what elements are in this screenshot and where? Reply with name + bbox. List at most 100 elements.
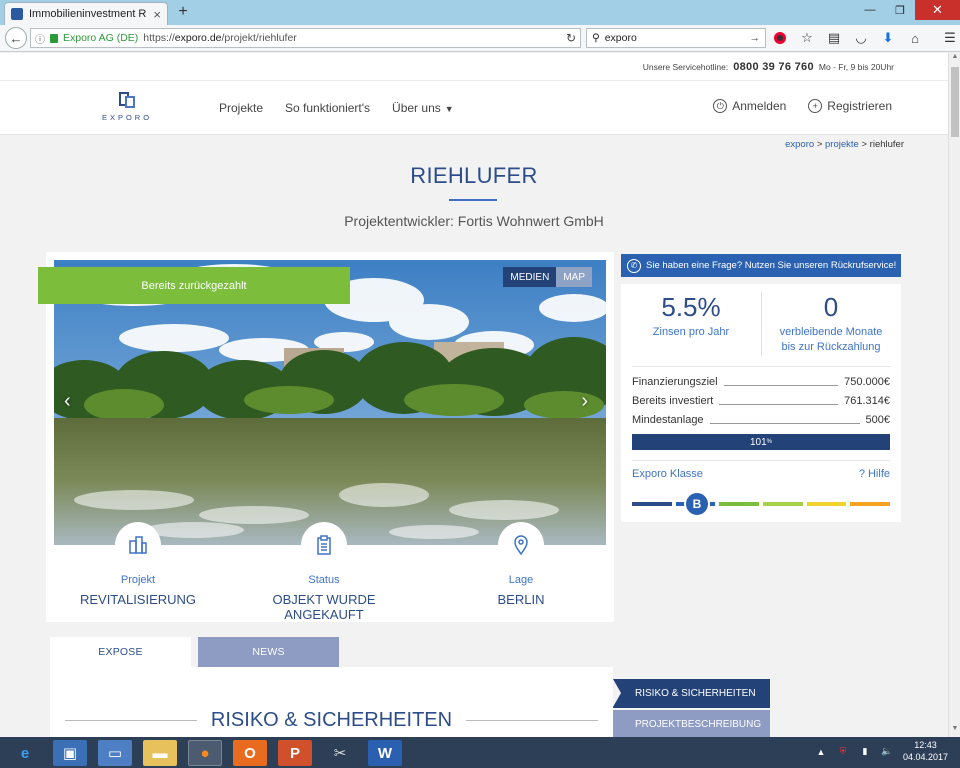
home-icon[interactable]: ⌂ (907, 29, 923, 47)
content-tabs: EXPOSE NEWS (50, 637, 339, 667)
side-menu-risiko[interactable]: RISIKO & SICHERHEITEN (613, 679, 770, 708)
fact-status: Status OBJEKT WURDE ANGEKAUFT (244, 522, 404, 622)
page-title: RIEHLUFER (410, 163, 538, 188)
title-underline (449, 199, 497, 201)
fact-label: Status (308, 574, 340, 586)
klasse-label: Exporo Klasse (632, 468, 703, 480)
scroll-down-icon[interactable]: ▼ (949, 725, 960, 737)
investment-stats-panel: 5.5% Zinsen pro Jahr 0 verbleibende Mona… (621, 284, 901, 522)
stat-label: Finanzierungsziel (632, 376, 718, 388)
browser-tools: ☆ ▤ ◡ ⬇ ⌂ ☰ (772, 29, 958, 47)
powerpoint-icon[interactable]: P (278, 740, 312, 766)
close-tab-icon[interactable]: × (153, 7, 161, 22)
expose-content: RISIKO & SICHERHEITEN (50, 667, 613, 737)
callback-text: Sie haben eine Frage? Nutzen Sie unseren… (646, 260, 897, 271)
divider (632, 460, 890, 461)
previous-image-icon[interactable]: ‹ (64, 390, 71, 413)
side-menu-projektbeschreibung[interactable]: PROJEKTBESCHREIBUNG (613, 710, 770, 737)
repaid-ribbon: Bereits zurückgezahlt (38, 267, 350, 304)
service-hotline-bar: Unsere Servicehotline: 0800 39 76 760 Mo… (0, 53, 948, 81)
outlook-icon[interactable]: O (233, 740, 267, 766)
snipping-tool-icon[interactable]: ✂ (323, 740, 357, 766)
close-window-icon[interactable]: ✕ (915, 0, 960, 20)
register-link[interactable]: + Registrieren (808, 99, 892, 113)
file-explorer-icon[interactable]: ▬ (143, 740, 177, 766)
search-input[interactable]: exporo (605, 32, 637, 44)
fact-label: Lage (508, 574, 534, 586)
browser-toolbar: ← ⓘ Exporo AG (DE) https://exporo.de/pro… (0, 25, 960, 52)
search-go-icon[interactable]: → (750, 32, 761, 44)
restore-window-icon[interactable]: ❐ (885, 0, 915, 20)
reading-list-icon[interactable]: ▤ (826, 29, 842, 47)
page-scrollbar[interactable]: ▲ ▼ (948, 53, 960, 737)
breadcrumb-home[interactable]: exporo (785, 139, 814, 150)
nav-ueber-uns[interactable]: Über uns ▼ (392, 101, 454, 115)
page-viewport: Unsere Servicehotline: 0800 39 76 760 Mo… (0, 53, 948, 737)
fact-value: OBJEKT WURDE ANGEKAUFT (272, 592, 376, 622)
stat-label: Mindestanlage (632, 414, 704, 426)
section-title: RISIKO & SICHERHEITEN (210, 709, 453, 731)
back-button[interactable]: ← (5, 27, 27, 49)
tab-news[interactable]: NEWS (198, 637, 339, 667)
nav-projekte[interactable]: Projekte (219, 101, 263, 115)
bookmark-star-icon[interactable]: ☆ (799, 29, 815, 47)
pocket-icon[interactable]: ◡ (853, 29, 869, 47)
firefox-icon[interactable]: ● (188, 740, 222, 766)
network-signal-icon[interactable]: ▮ (859, 746, 871, 758)
volume-muted-icon[interactable]: 🔈 (881, 746, 893, 758)
tray-overflow-icon[interactable]: ▲ (815, 746, 827, 758)
info-icon[interactable]: ⓘ (35, 31, 45, 46)
reload-icon[interactable]: ↻ (566, 31, 576, 45)
help-link[interactable]: ? Hilfe (859, 468, 890, 480)
nav-so-funktionierts[interactable]: So funktioniert's (285, 101, 370, 115)
url-text[interactable]: https://exporo.de/projekt/riehlufer (143, 32, 561, 44)
menu-hamburger-icon[interactable]: ☰ (942, 29, 958, 47)
lock-icon (50, 33, 58, 43)
windows-taskbar: e ▣ ▭ ▬ ● O P ✂ W ▲ ⛨ ▮ 🔈 12:43 04.04.20… (0, 737, 960, 768)
exporo-logo[interactable]: EXPORO (100, 90, 154, 122)
phone-icon: ✆ (627, 258, 641, 273)
breadcrumb: exporo > projekte > riehlufer (785, 139, 904, 150)
taskbar-apps: e ▣ ▭ ▬ ● O P ✂ W (8, 740, 402, 766)
media-map-toggle: MEDIEN MAP (503, 267, 592, 287)
tab-expose[interactable]: EXPOSE (50, 637, 191, 667)
site-identity[interactable]: Exporo AG (DE) (63, 32, 138, 44)
network-connections-icon[interactable]: ▭ (98, 740, 132, 766)
browser-tab-title: Immobilieninvestment Rie... (29, 8, 147, 20)
address-bar[interactable]: ⓘ Exporo AG (DE) https://exporo.de/proje… (30, 28, 581, 48)
scroll-up-icon[interactable]: ▲ (949, 53, 960, 65)
power-icon: ⏻ (713, 99, 728, 113)
hotline-number[interactable]: 0800 39 76 760 (733, 61, 814, 73)
breadcrumb-projekte[interactable]: projekte (825, 139, 859, 150)
security-shield-icon[interactable]: ⛨ (837, 746, 849, 758)
risk-scale-segment (763, 502, 803, 506)
next-image-icon[interactable]: › (581, 390, 588, 413)
search-bar[interactable]: ⚲ exporo → (586, 28, 766, 48)
stat-value: 750.000€ (844, 376, 890, 388)
word-icon[interactable]: W (368, 740, 402, 766)
stat-value: 761.314€ (844, 395, 890, 407)
browser-tab-bar: Immobilieninvestment Rie... × + — ❐ ✕ (0, 0, 960, 25)
project-developer: Projektentwickler: Fortis Wohnwert GmbH (344, 213, 604, 229)
tab-medien[interactable]: MEDIEN (503, 267, 557, 287)
download-icon[interactable]: ⬇ (880, 29, 896, 47)
hotline-hours: Mo - Fr, 9 bis 20Uhr (818, 61, 894, 72)
tab-map[interactable]: MAP (556, 267, 592, 287)
taskbar-clock[interactable]: 12:43 04.04.2017 (903, 740, 948, 763)
callback-service-banner[interactable]: ✆ Sie haben eine Frage? Nutzen Sie unser… (621, 254, 901, 277)
fact-value: REVITALISIERUNG (79, 592, 197, 607)
browser-tab[interactable]: Immobilieninvestment Rie... × (4, 2, 168, 25)
remote-desktop-icon[interactable]: ▣ (53, 740, 87, 766)
progress-value: 101 (749, 436, 767, 448)
months-value: 0 (823, 292, 839, 322)
interest-label: Zinsen pro Jahr (652, 326, 730, 338)
risk-class-scale (632, 502, 891, 506)
fact-label: Projekt (120, 574, 156, 586)
internet-explorer-icon[interactable]: e (8, 740, 42, 766)
record-extension-icon[interactable] (772, 29, 788, 47)
kpi-interest: 5.5% Zinsen pro Jahr (621, 292, 761, 340)
scrollbar-thumb[interactable] (951, 67, 959, 137)
minimize-window-icon[interactable]: — (855, 0, 885, 20)
login-link[interactable]: ⏻ Anmelden (713, 99, 786, 113)
new-tab-button[interactable]: + (174, 3, 192, 21)
